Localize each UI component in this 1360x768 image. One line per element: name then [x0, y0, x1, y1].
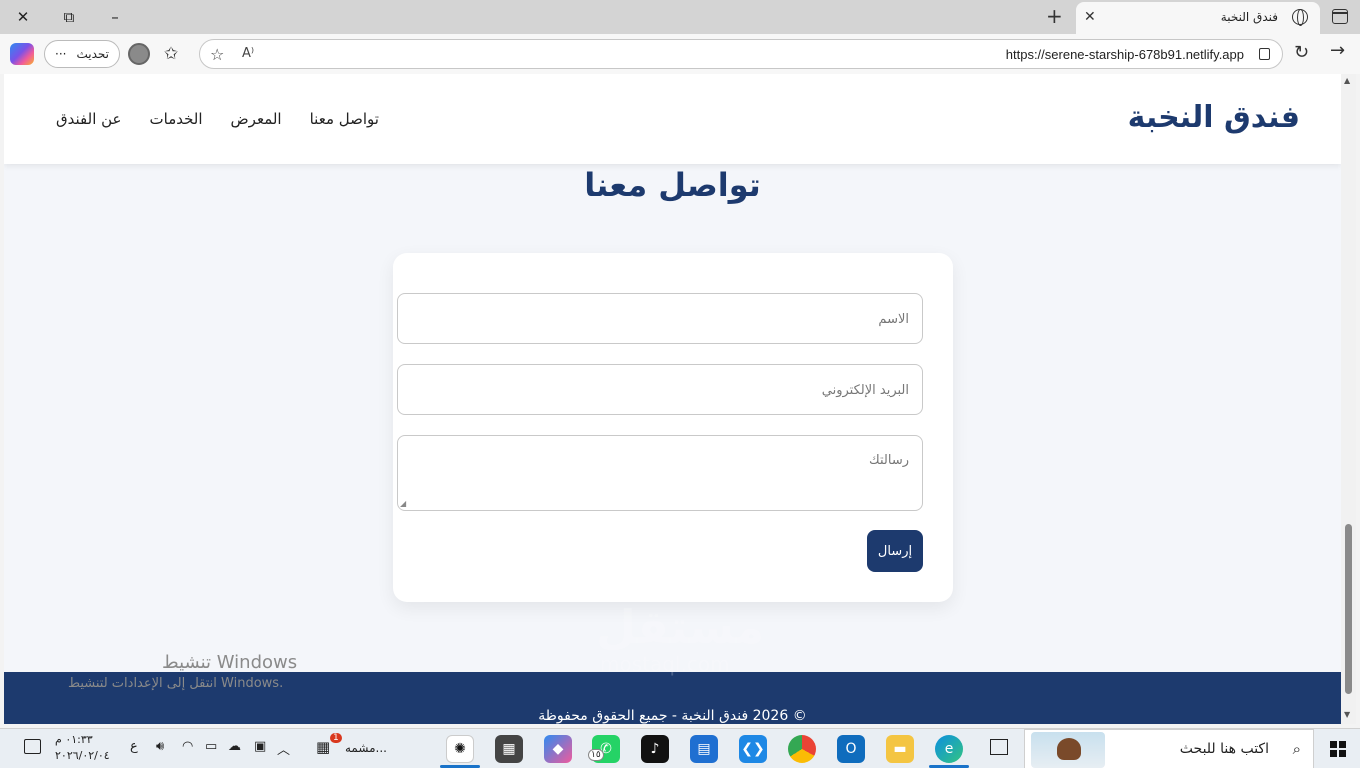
- language-indicator[interactable]: ع: [130, 739, 138, 754]
- email-field[interactable]: البريد الإلكتروني: [397, 364, 923, 415]
- clock-time: ٠١:٣٣ م: [55, 733, 93, 746]
- update-button[interactable]: ··· تحديث: [44, 40, 120, 68]
- address-bar[interactable]: ☆ A⁾ https://serene-starship-678b91.netl…: [199, 39, 1283, 69]
- browser-toolbar: ··· تحديث ✩ ☆ A⁾ https://serene-starship…: [0, 34, 1360, 74]
- chrome-icon[interactable]: [788, 735, 816, 763]
- search-highlight-image: [1031, 732, 1105, 768]
- watermark-site: mostaql.com: [600, 652, 730, 676]
- m365-icon[interactable]: ◆: [544, 735, 572, 763]
- chatgpt-icon[interactable]: ✺: [446, 735, 474, 763]
- tiktok-icon[interactable]: ♪: [641, 735, 669, 763]
- scroll-down-icon[interactable]: ▼: [1344, 710, 1350, 719]
- activation-subtitle: انتقل إلى الإعدادات لتنشيط Windows.: [68, 676, 284, 691]
- taskbar-search[interactable]: اكتب هنا للبحث ⌕: [1024, 729, 1314, 768]
- update-label: تحديث: [76, 47, 109, 61]
- new-tab-button[interactable]: +: [1046, 4, 1063, 28]
- message-field[interactable]: رسالتك ◢: [397, 435, 923, 511]
- close-icon: ✕: [16, 8, 30, 26]
- browser-tab[interactable]: ✕ فندق النخبة: [1076, 2, 1320, 34]
- minimize-window-button[interactable]: –: [92, 0, 138, 34]
- tab-title: فندق النخبة: [1220, 10, 1278, 24]
- forward-icon[interactable]: →: [1330, 40, 1345, 61]
- url-text[interactable]: https://serene-starship-678b91.netlify.a…: [1006, 47, 1244, 62]
- favorites-icon[interactable]: ✩: [164, 44, 178, 64]
- news-badge: 1: [330, 733, 342, 743]
- message-placeholder: رسالتك: [869, 453, 909, 468]
- taskbar-clock[interactable]: ٠١:٣٣ م ٢٠٢٦/٠٢/٠٤: [55, 732, 110, 764]
- minimize-icon: –: [111, 8, 119, 26]
- nav-contact[interactable]: تواصل معنا: [310, 110, 379, 128]
- site-header: فندق النخبة عن الفندق الخدمات المعرض توا…: [4, 74, 1341, 164]
- site-logo[interactable]: فندق النخبة: [1128, 100, 1300, 135]
- store-icon[interactable]: ▤: [690, 735, 718, 763]
- add-favorite-icon[interactable]: ☆: [210, 45, 224, 64]
- restore-icon: ⧉: [63, 8, 75, 26]
- footer-copyright: © 2026 فندق النخبة - جميع الحقوق محفوظة: [538, 708, 807, 724]
- notification-icon[interactable]: [24, 739, 41, 754]
- file-explorer-icon[interactable]: ▬: [886, 735, 914, 763]
- contact-form: الاسم البريد الإلكتروني رسالتك ◢ إرسال: [393, 253, 953, 602]
- restore-window-button[interactable]: ⧉: [46, 0, 92, 34]
- search-icon: ⌕: [1292, 740, 1301, 758]
- nav-gallery[interactable]: المعرض: [231, 110, 282, 128]
- copilot-icon[interactable]: [10, 43, 34, 65]
- scroll-up-icon[interactable]: ▲: [1344, 76, 1350, 85]
- calculator-icon[interactable]: ▦: [495, 735, 523, 763]
- site-nav: عن الفندق الخدمات المعرض تواصل معنا: [56, 110, 379, 128]
- wifi-icon[interactable]: ◠: [182, 739, 193, 754]
- news-icon[interactable]: ▦: [316, 738, 330, 756]
- tab-actions-icon[interactable]: [1332, 9, 1348, 24]
- submit-button[interactable]: إرسال: [867, 530, 923, 572]
- task-view-icon[interactable]: [990, 739, 1008, 755]
- lock-icon[interactable]: [1259, 48, 1270, 60]
- outlook-icon[interactable]: O: [837, 735, 865, 763]
- battery-icon[interactable]: ▭: [205, 739, 217, 754]
- cloud-icon[interactable]: ☁︎: [228, 739, 241, 754]
- running-app-label[interactable]: مشمه...: [345, 741, 387, 755]
- meet-icon[interactable]: ▣: [254, 739, 266, 754]
- more-icon: ···: [55, 47, 67, 61]
- name-field[interactable]: الاسم: [397, 293, 923, 344]
- profile-avatar[interactable]: [128, 43, 150, 65]
- close-window-button[interactable]: ✕: [0, 0, 46, 34]
- vscode-icon[interactable]: ❮❯: [739, 735, 767, 763]
- search-placeholder: اكتب هنا للبحث: [1179, 741, 1269, 757]
- whatsapp-badge: ١٥: [588, 749, 604, 761]
- browser-titlebar: ✕ ⧉ – + ✕ فندق النخبة: [0, 0, 1360, 34]
- windows-taskbar: ٠١:٣٣ م ٢٠٢٦/٠٢/٠٤ ع 🔊︎ ◠ ▭ ☁︎ ▣ ︿ ▦ 1 م…: [0, 728, 1360, 768]
- watermark-logo: مستقل: [596, 600, 765, 654]
- nav-about[interactable]: عن الفندق: [56, 110, 122, 128]
- page-scrollbar[interactable]: ▲ ▼: [1341, 74, 1356, 724]
- activation-title: تنشيط Windows: [162, 652, 298, 673]
- start-icon[interactable]: [1330, 741, 1346, 757]
- scroll-thumb[interactable]: [1345, 524, 1352, 694]
- globe-icon: [1292, 9, 1308, 26]
- section-title: تواصل معنا: [584, 166, 761, 204]
- edge-icon[interactable]: e: [935, 735, 963, 763]
- chevron-up-icon[interactable]: ︿: [277, 739, 290, 758]
- clock-date: ٢٠٢٦/٠٢/٠٤: [55, 749, 110, 762]
- nav-services[interactable]: الخدمات: [150, 110, 203, 128]
- tab-close-icon[interactable]: ✕: [1084, 9, 1096, 25]
- refresh-icon[interactable]: ↻: [1294, 42, 1309, 63]
- volume-icon[interactable]: 🔊︎: [156, 739, 164, 754]
- resize-handle-icon[interactable]: ◢: [400, 499, 406, 508]
- read-aloud-icon[interactable]: A⁾: [242, 46, 254, 61]
